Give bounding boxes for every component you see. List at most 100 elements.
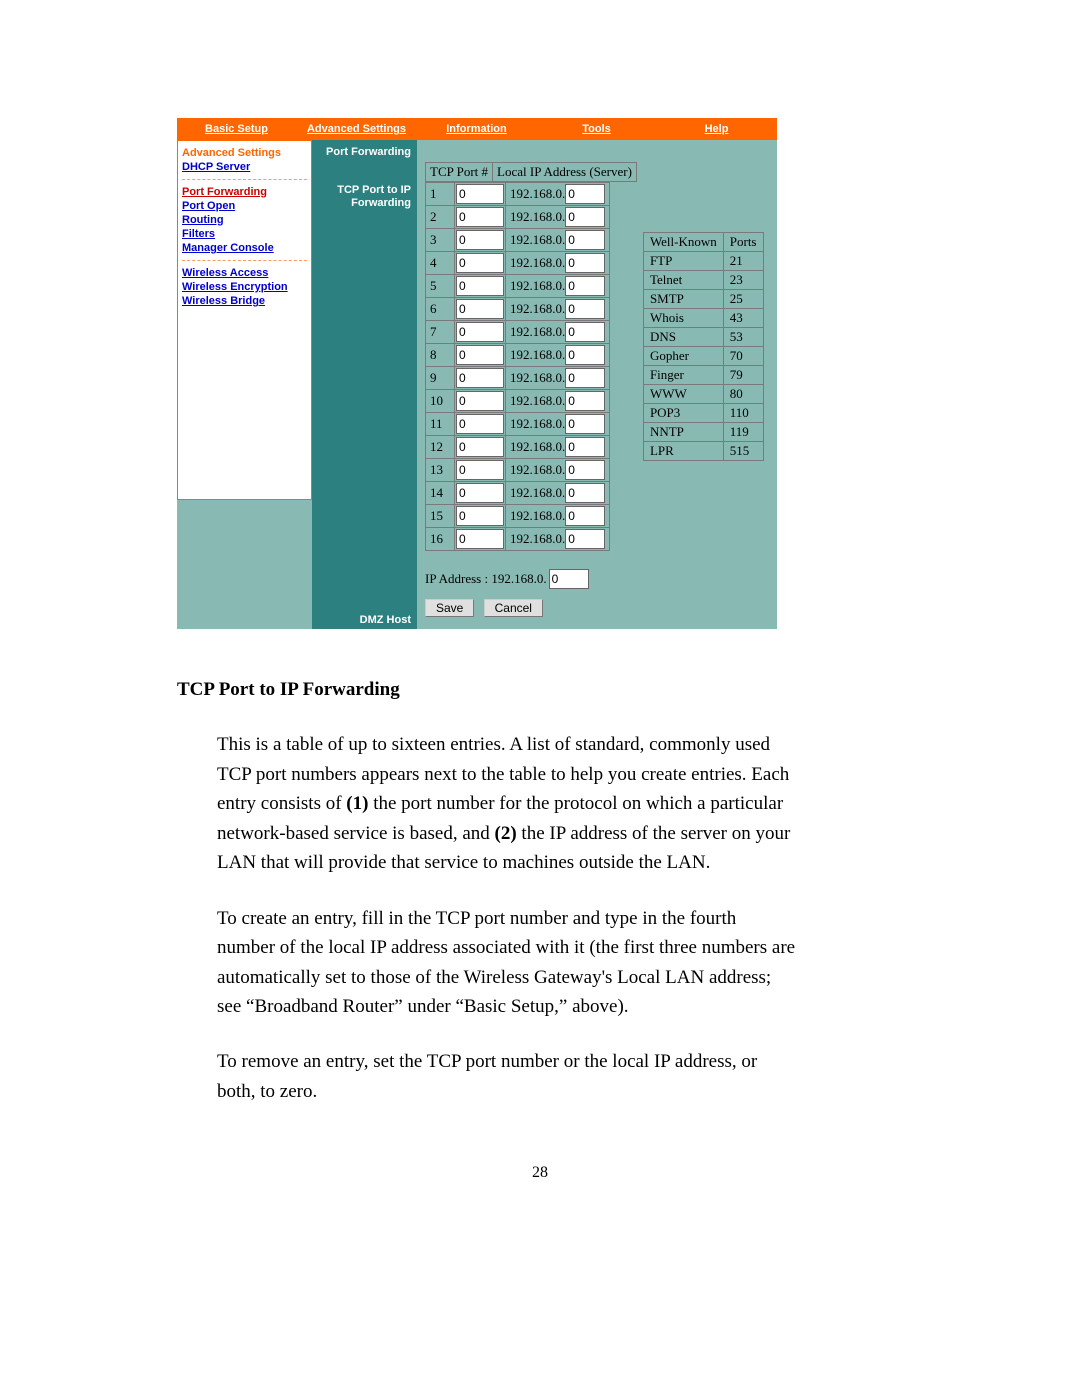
fwd-row-number: 12 xyxy=(426,436,455,459)
save-button[interactable]: Save xyxy=(425,599,474,617)
fwd-ip-prefix: 192.168.0. xyxy=(510,393,565,408)
fwd-ip-prefix: 192.168.0. xyxy=(510,439,565,454)
sidebar-wireless-encryption[interactable]: Wireless Encryption xyxy=(182,281,307,293)
wk-port-number: 25 xyxy=(723,290,763,309)
fwd-row-number: 2 xyxy=(426,206,455,229)
section-title: Port Forwarding xyxy=(312,140,411,158)
fwd-row-number: 1 xyxy=(426,183,455,206)
well-known-ports-table: Well-Known Ports FTP21Telnet23SMTP25Whoi… xyxy=(643,232,764,461)
nav-help[interactable]: Help xyxy=(657,118,777,140)
fwd-port-input[interactable] xyxy=(456,184,504,204)
wk-service-name: Finger xyxy=(643,366,723,385)
fwd-ip-prefix: 192.168.0. xyxy=(510,278,565,293)
fwd-row-number: 14 xyxy=(426,482,455,505)
fwd-row: 3192.168.0. xyxy=(426,229,610,252)
fwd-port-input[interactable] xyxy=(456,460,504,480)
nav-basic-setup[interactable]: Basic Setup xyxy=(177,118,297,140)
fwd-port-input[interactable] xyxy=(456,253,504,273)
wk-header-name: Well-Known xyxy=(643,233,723,252)
wk-service-name: POP3 xyxy=(643,404,723,423)
fwd-ip-prefix: 192.168.0. xyxy=(510,462,565,477)
doc-paragraph-3: To remove an entry, set the TCP port num… xyxy=(217,1047,797,1106)
fwd-port-input[interactable] xyxy=(456,529,504,549)
fwd-row-number: 16 xyxy=(426,528,455,551)
wk-port-number: 21 xyxy=(723,252,763,271)
fwd-port-input[interactable] xyxy=(456,506,504,526)
fwd-ip-host-input[interactable] xyxy=(565,437,605,457)
fwd-ip-host-input[interactable] xyxy=(565,184,605,204)
cancel-button[interactable]: Cancel xyxy=(484,599,543,617)
wk-header-port: Ports xyxy=(723,233,763,252)
fwd-port-input[interactable] xyxy=(456,230,504,250)
fwd-port-input[interactable] xyxy=(456,207,504,227)
sidebar-dhcp-server[interactable]: DHCP Server xyxy=(182,161,307,173)
fwd-ip-host-input[interactable] xyxy=(565,414,605,434)
top-nav: Basic Setup Advanced Settings Informatio… xyxy=(177,118,777,140)
wk-port-number: 80 xyxy=(723,385,763,404)
fwd-ip-host-input[interactable] xyxy=(565,299,605,319)
fwd-row-number: 4 xyxy=(426,252,455,275)
wk-row: WWW80 xyxy=(643,385,763,404)
fwd-ip-host-input[interactable] xyxy=(565,368,605,388)
wk-row: Gopher70 xyxy=(643,347,763,366)
fwd-row: 11192.168.0. xyxy=(426,413,610,436)
sidebar-wireless-access[interactable]: Wireless Access xyxy=(182,267,307,279)
settings-panel: TCP Port # Local IP Address (Server) 119… xyxy=(417,140,777,629)
port-forwarding-table: TCP Port # Local IP Address (Server) xyxy=(425,162,637,182)
wk-service-name: FTP xyxy=(643,252,723,271)
wk-port-number: 110 xyxy=(723,404,763,423)
fwd-ip-prefix: 192.168.0. xyxy=(510,370,565,385)
wk-service-name: LPR xyxy=(643,442,723,461)
fwd-port-input[interactable] xyxy=(456,322,504,342)
fwd-port-input[interactable] xyxy=(456,299,504,319)
fwd-ip-host-input[interactable] xyxy=(565,506,605,526)
fwd-port-input[interactable] xyxy=(456,414,504,434)
fwd-ip-host-input[interactable] xyxy=(565,207,605,227)
dmz-ip-prefix: IP Address : 192.168.0. xyxy=(425,571,547,587)
nav-advanced-settings[interactable]: Advanced Settings xyxy=(297,118,417,140)
sidebar-wireless-bridge[interactable]: Wireless Bridge xyxy=(182,295,307,307)
fwd-row: 2192.168.0. xyxy=(426,206,610,229)
fwd-row: 14 192.168.0. xyxy=(426,482,610,505)
wk-service-name: WWW xyxy=(643,385,723,404)
fwd-ip-host-input[interactable] xyxy=(565,276,605,296)
fwd-ip-host-input[interactable] xyxy=(565,483,605,503)
sidebar-port-open[interactable]: Port Open xyxy=(182,200,307,212)
fwd-ip-host-input[interactable] xyxy=(565,345,605,365)
nav-information[interactable]: Information xyxy=(417,118,537,140)
fwd-row: 1192.168.0. xyxy=(426,183,610,206)
fwd-port-input[interactable] xyxy=(456,276,504,296)
wk-row: POP3110 xyxy=(643,404,763,423)
fwd-ip-prefix: 192.168.0. xyxy=(510,485,565,500)
sidebar-filters[interactable]: Filters xyxy=(182,228,307,240)
fwd-port-input[interactable] xyxy=(456,391,504,411)
fwd-port-input[interactable] xyxy=(456,368,504,388)
fwd-ip-host-input[interactable] xyxy=(565,322,605,342)
sidebar-routing[interactable]: Routing xyxy=(182,214,307,226)
fwd-ip-prefix: 192.168.0. xyxy=(510,416,565,431)
sidebar-manager-console[interactable]: Manager Console xyxy=(182,242,307,254)
dmz-host-input[interactable] xyxy=(549,569,589,589)
fwd-ip-prefix: 192.168.0. xyxy=(510,531,565,546)
fwd-port-input[interactable] xyxy=(456,345,504,365)
fwd-ip-host-input[interactable] xyxy=(565,230,605,250)
doc-heading: TCP Port to IP Forwarding xyxy=(177,675,797,704)
fwd-ip-host-input[interactable] xyxy=(565,460,605,480)
fwd-ip-host-input[interactable] xyxy=(565,391,605,411)
fwd-port-input[interactable] xyxy=(456,483,504,503)
fwd-ip-host-input[interactable] xyxy=(565,253,605,273)
fwd-row-number: 6 xyxy=(426,298,455,321)
document-body: TCP Port to IP Forwarding This is a tabl… xyxy=(177,675,797,1106)
wk-row: LPR515 xyxy=(643,442,763,461)
fwd-port-input[interactable] xyxy=(456,437,504,457)
fwd-ip-host-input[interactable] xyxy=(565,529,605,549)
fwd-row: 15192.168.0. xyxy=(426,505,610,528)
sidebar-port-forwarding[interactable]: Port Forwarding xyxy=(182,186,307,198)
fwd-row-number: 3 xyxy=(426,229,455,252)
sub-label-1: TCP Port to IP xyxy=(337,184,411,196)
wk-port-number: 53 xyxy=(723,328,763,347)
fwd-row: 10192.168.0. xyxy=(426,390,610,413)
nav-tools[interactable]: Tools xyxy=(537,118,657,140)
fwd-row: 13192.168.0. xyxy=(426,459,610,482)
wk-row: NNTP119 xyxy=(643,423,763,442)
